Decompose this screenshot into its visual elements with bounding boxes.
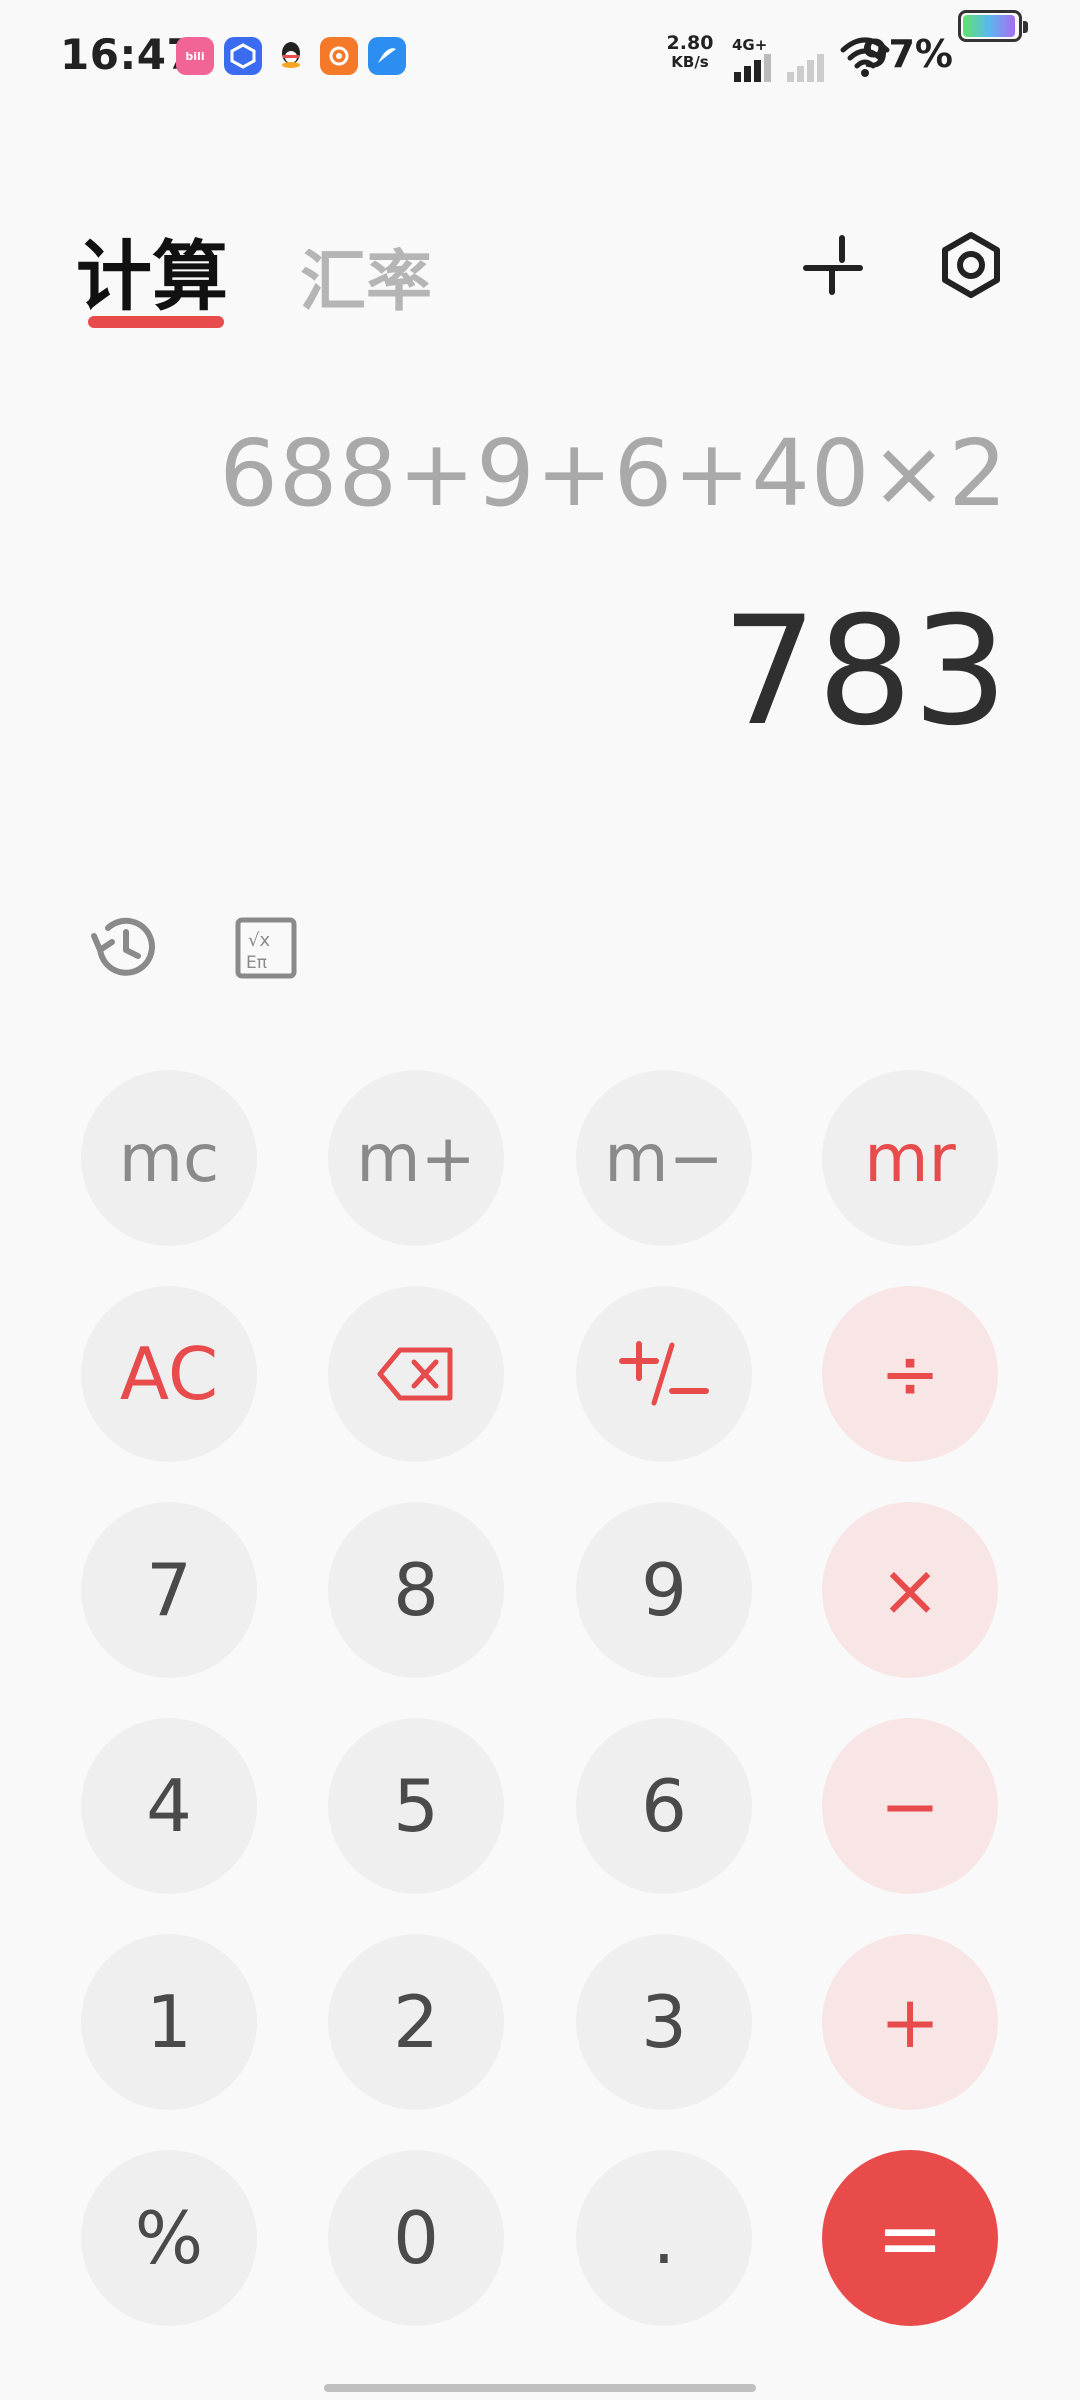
key-sign-toggle[interactable] bbox=[576, 1286, 752, 1462]
key-digit-5[interactable]: 5 bbox=[328, 1718, 504, 1894]
network-speed-value: 2.80 bbox=[666, 32, 714, 54]
orange-app-icon bbox=[320, 37, 358, 75]
key-digit-2[interactable]: 2 bbox=[328, 1934, 504, 2110]
active-tab-indicator bbox=[88, 316, 224, 328]
qq-icon bbox=[272, 37, 310, 75]
key-memory-recall[interactable]: mr bbox=[822, 1070, 998, 1246]
battery-icon bbox=[958, 10, 1028, 42]
battery-fill bbox=[963, 15, 1016, 37]
key-multiply[interactable]: × bbox=[822, 1502, 998, 1678]
key-all-clear[interactable]: AC bbox=[81, 1286, 257, 1462]
history-icon[interactable] bbox=[86, 910, 162, 986]
key-memory-subtract[interactable]: m− bbox=[576, 1070, 752, 1246]
svg-text:Eπ: Eπ bbox=[246, 953, 267, 973]
notification-app-icons: bili bbox=[176, 37, 406, 77]
key-digit-6[interactable]: 6 bbox=[576, 1718, 752, 1894]
cellular-signal-2-icon bbox=[787, 54, 824, 82]
key-digit-8[interactable]: 8 bbox=[328, 1502, 504, 1678]
key-divide[interactable]: ÷ bbox=[822, 1286, 998, 1462]
network-type: 4G+ bbox=[732, 36, 768, 54]
status-bar: 16:47 bili 2.80 KB/s 4G+ 97% bbox=[0, 0, 1080, 110]
key-memory-add[interactable]: m+ bbox=[328, 1070, 504, 1246]
backspace-icon bbox=[377, 1347, 453, 1401]
settings-gear-icon[interactable] bbox=[936, 230, 1006, 300]
home-indicator[interactable] bbox=[324, 2384, 756, 2392]
compact-mode-icon[interactable] bbox=[798, 230, 868, 300]
blue-app-icon bbox=[224, 37, 262, 75]
svg-text:√x: √x bbox=[248, 930, 270, 951]
cellular-signal-icon bbox=[734, 54, 771, 82]
network-speed: 2.80 KB/s bbox=[660, 34, 720, 72]
result-display: 783 bbox=[721, 585, 1008, 759]
tab-exchange-rate[interactable]: 汇率 bbox=[300, 228, 432, 328]
tab-calculate[interactable]: 计算 bbox=[76, 215, 228, 321]
key-digit-1[interactable]: 1 bbox=[81, 1934, 257, 2110]
key-digit-4[interactable]: 4 bbox=[81, 1718, 257, 1894]
bilibili-icon: bili bbox=[176, 37, 214, 75]
battery-percent: 97% bbox=[862, 32, 953, 76]
key-percent[interactable]: % bbox=[81, 2150, 257, 2326]
plus-minus-icon bbox=[619, 1341, 709, 1406]
key-digit-7[interactable]: 7 bbox=[81, 1502, 257, 1678]
lightblue-app-icon bbox=[368, 37, 406, 75]
scientific-mode-icon[interactable]: √x Eπ bbox=[228, 910, 304, 986]
key-decimal-point[interactable]: . bbox=[576, 2150, 752, 2326]
key-plus[interactable]: + bbox=[822, 1934, 998, 2110]
network-speed-unit: KB/s bbox=[671, 53, 709, 71]
key-minus[interactable]: − bbox=[822, 1718, 998, 1894]
key-equals[interactable]: = bbox=[822, 2150, 998, 2326]
key-digit-3[interactable]: 3 bbox=[576, 1934, 752, 2110]
key-backspace[interactable] bbox=[328, 1286, 504, 1462]
key-digit-9[interactable]: 9 bbox=[576, 1502, 752, 1678]
key-memory-clear[interactable]: mc bbox=[81, 1070, 257, 1246]
expression-display: 688+9+6+40×2 bbox=[219, 420, 1008, 527]
key-digit-0[interactable]: 0 bbox=[328, 2150, 504, 2326]
